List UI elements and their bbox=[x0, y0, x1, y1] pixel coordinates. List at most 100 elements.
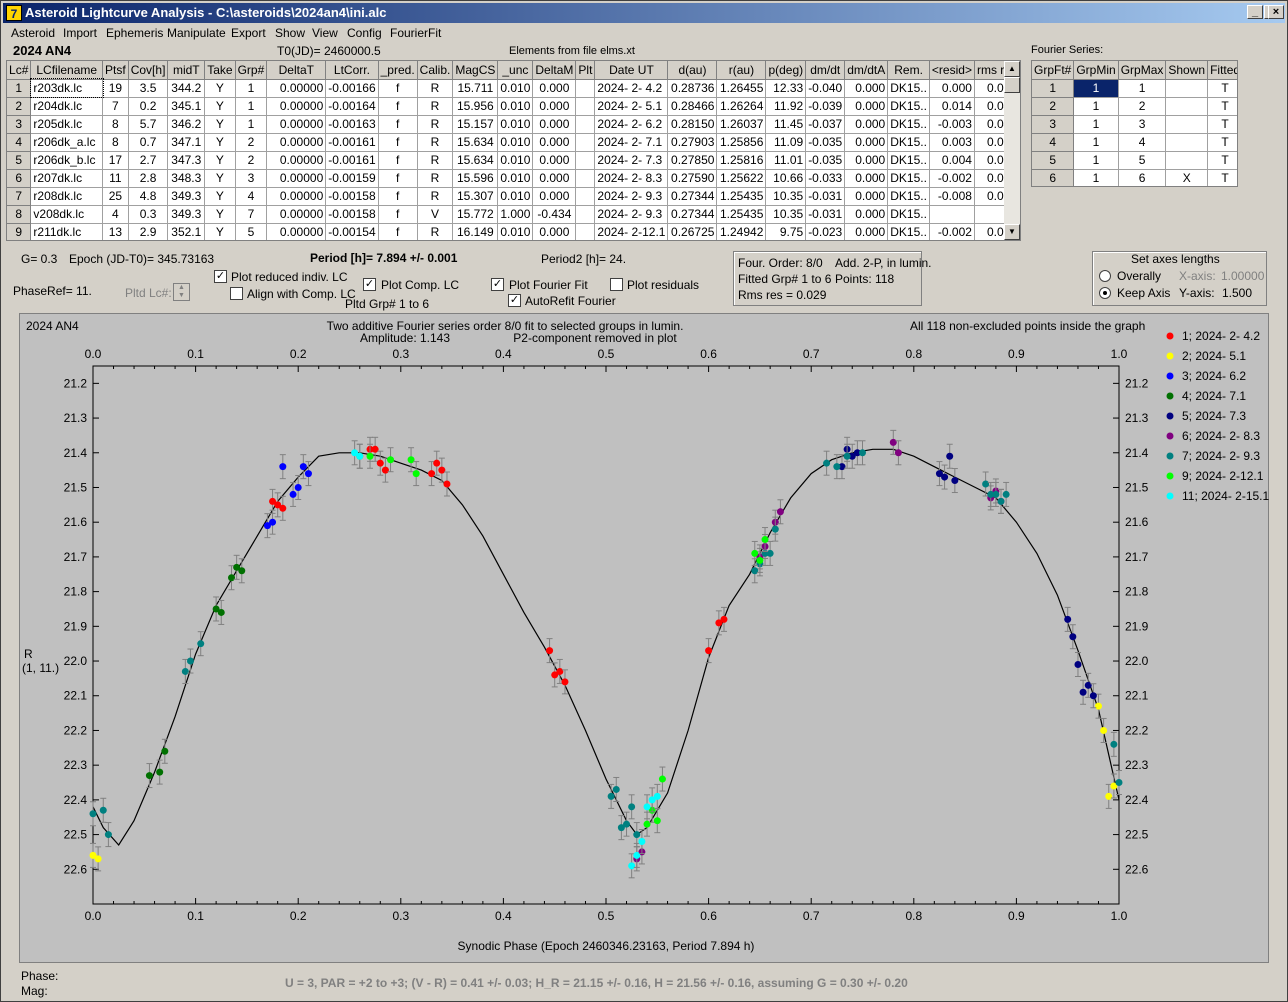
plot-reduced-checkbox[interactable]: ✓ bbox=[214, 270, 227, 283]
lc-cell[interactable] bbox=[575, 151, 596, 170]
lc-cell[interactable]: 2.7 bbox=[128, 151, 169, 170]
lc-col-header[interactable]: r(au) bbox=[716, 61, 767, 80]
lc-cell[interactable]: 0.00000 bbox=[266, 169, 327, 188]
lc-cell[interactable]: 8 bbox=[102, 133, 129, 152]
lc-cell[interactable]: 2024- 2- 5.1 bbox=[594, 97, 669, 116]
lc-cell[interactable]: 17 bbox=[102, 151, 129, 170]
lc-cell[interactable] bbox=[575, 115, 596, 134]
lc-cell[interactable]: 0.000 bbox=[532, 115, 577, 134]
ft-cell[interactable]: 3 bbox=[1118, 115, 1167, 134]
lc-cell[interactable]: Y bbox=[204, 97, 236, 116]
lc-cell[interactable]: -0.00158 bbox=[325, 205, 379, 224]
lc-cell[interactable]: -0.434 bbox=[532, 205, 577, 224]
lc-col-header[interactable]: dm/dtA bbox=[844, 61, 889, 80]
lc-cell[interactable]: 1.25435 bbox=[716, 187, 767, 206]
lc-cell[interactable]: f bbox=[378, 115, 418, 134]
lc-cell[interactable]: Y bbox=[204, 79, 236, 98]
lc-cell[interactable]: 0.000 bbox=[844, 151, 889, 170]
lc-cell[interactable]: 0.00000 bbox=[266, 79, 327, 98]
lc-cell[interactable]: R bbox=[417, 97, 454, 116]
scroll-up-button[interactable]: ▲ bbox=[1004, 61, 1020, 77]
lc-cell[interactable]: -0.002 bbox=[929, 169, 975, 188]
lc-cell[interactable]: 0.000 bbox=[532, 187, 577, 206]
lc-cell[interactable]: DK15.. bbox=[887, 223, 930, 240]
lc-cell[interactable]: r211dk.lc bbox=[30, 223, 104, 240]
lc-cell[interactable]: f bbox=[378, 97, 418, 116]
lc-cell[interactable]: 0.010 bbox=[497, 187, 534, 206]
lc-cell[interactable]: 0.2 bbox=[128, 97, 169, 116]
lc-cell[interactable]: 3 bbox=[7, 115, 32, 134]
ft-cell[interactable]: T bbox=[1207, 133, 1237, 152]
lc-cell[interactable]: -0.00163 bbox=[325, 115, 379, 134]
lc-cell[interactable]: 345.1 bbox=[167, 97, 206, 116]
lc-cell[interactable]: 0.000 bbox=[532, 223, 577, 240]
ft-cell[interactable]: 1 bbox=[1073, 151, 1119, 170]
lc-cell[interactable]: 0.000 bbox=[532, 133, 577, 152]
pltd-lc-spinner[interactable]: ▲ ▼ bbox=[173, 283, 190, 301]
lc-cell[interactable]: 0.3 bbox=[128, 205, 169, 224]
lc-cell[interactable]: 15.956 bbox=[452, 97, 499, 116]
lc-cell[interactable]: -0.039 bbox=[805, 97, 846, 116]
lc-col-header[interactable]: Cov[h] bbox=[128, 61, 169, 80]
plot-comp-checkbox[interactable]: ✓ bbox=[363, 278, 376, 291]
keep-axis-radio[interactable] bbox=[1099, 287, 1111, 299]
menu-import[interactable]: Import bbox=[63, 26, 97, 40]
ft-cell[interactable]: T bbox=[1207, 169, 1237, 186]
lc-cell[interactable]: 344.2 bbox=[167, 79, 206, 98]
lc-cell[interactable]: 0.010 bbox=[497, 79, 534, 98]
lc-cell[interactable]: 4 bbox=[235, 187, 268, 206]
menu-config[interactable]: Config bbox=[347, 26, 382, 40]
table-row[interactable]: 3 r205dk.lc 8 5.7 346.2 Y 1 0.00000 -0.00163 f R 15… bbox=[7, 115, 1020, 134]
plot-residuals-checkbox[interactable] bbox=[610, 278, 623, 291]
xaxis-value[interactable]: 1.00000 bbox=[1221, 269, 1264, 283]
lc-cell[interactable]: 7 bbox=[102, 97, 129, 116]
lc-col-header[interactable]: <resid> bbox=[929, 61, 975, 80]
lc-cell[interactable]: 0.000 bbox=[929, 79, 975, 98]
ft-cell[interactable]: 6 bbox=[1118, 169, 1167, 186]
ft-cell[interactable]: 5 bbox=[1032, 151, 1075, 170]
ft-cell[interactable]: T bbox=[1207, 97, 1237, 116]
table-row[interactable]: 414 T bbox=[1032, 133, 1237, 152]
lc-cell[interactable]: Y bbox=[204, 169, 236, 188]
lc-cell[interactable]: 1.000 bbox=[497, 205, 534, 224]
lc-cell[interactable]: 347.3 bbox=[167, 151, 206, 170]
lc-cell[interactable]: DK15.. bbox=[887, 133, 930, 152]
lc-cell[interactable]: 1 bbox=[235, 97, 268, 116]
lc-cell[interactable]: 0.000 bbox=[532, 79, 577, 98]
lc-cell[interactable]: 1.26455 bbox=[716, 79, 767, 98]
table-row[interactable]: 616XT bbox=[1032, 169, 1237, 186]
menu-export[interactable]: Export bbox=[231, 26, 266, 40]
lc-cell[interactable] bbox=[575, 79, 596, 98]
ft-cell[interactable]: 4 bbox=[1032, 133, 1075, 152]
lc-cell[interactable]: 0.000 bbox=[844, 205, 889, 224]
lc-col-header[interactable]: DeltaT bbox=[266, 61, 327, 80]
lc-cell[interactable]: 7 bbox=[7, 187, 32, 206]
lc-cell[interactable]: f bbox=[378, 169, 418, 188]
lc-cell[interactable]: 0.00000 bbox=[266, 115, 327, 134]
lc-cell[interactable]: 9 bbox=[7, 223, 32, 240]
lightcurve-plot[interactable]: 0.0 0.0 0.1 0.1 0.2 0.2 0.3 0.3 0.4 0.4 0.5 0.5 0.6 0… bbox=[19, 313, 1270, 963]
lc-cell[interactable]: 1 bbox=[235, 115, 268, 134]
lc-cell[interactable]: 348.3 bbox=[167, 169, 206, 188]
lc-cell[interactable]: f bbox=[378, 133, 418, 152]
ft-cell[interactable]: T bbox=[1207, 79, 1237, 98]
table-row[interactable]: 111T bbox=[1032, 79, 1237, 98]
lc-cell[interactable]: Y bbox=[204, 115, 236, 134]
lc-cell[interactable]: r204dk.lc bbox=[30, 97, 104, 116]
lc-cell[interactable]: 25 bbox=[102, 187, 129, 206]
lc-cell[interactable]: -0.00166 bbox=[325, 79, 379, 98]
lc-cell[interactable]: 0.010 bbox=[497, 97, 534, 116]
lc-cell[interactable]: -0.023 bbox=[805, 223, 846, 240]
lc-cell[interactable]: 15.307 bbox=[452, 187, 499, 206]
table-row[interactable]: 5 r206dk_b.lc 17 2.7 347.3 Y 2 0.00000 -0.00161 f… bbox=[7, 151, 1020, 170]
lc-cell[interactable]: 6 bbox=[7, 169, 32, 188]
lc-col-header[interactable]: Take bbox=[204, 61, 236, 80]
lc-cell[interactable]: 0.27590 bbox=[667, 169, 718, 188]
lightcurve-table[interactable]: Lc# LCfilename Ptsf Cov[h] midT Take Grp# Delta… bbox=[6, 60, 1021, 241]
lc-cell[interactable] bbox=[575, 97, 596, 116]
lc-cell[interactable]: -0.00164 bbox=[325, 97, 379, 116]
ft-cell[interactable]: 2 bbox=[1032, 97, 1075, 116]
lc-cell[interactable]: 2024- 2- 6.2 bbox=[594, 115, 669, 134]
lc-col-header[interactable]: MagCS bbox=[452, 61, 499, 80]
lc-cell[interactable]: 4 bbox=[7, 133, 32, 152]
